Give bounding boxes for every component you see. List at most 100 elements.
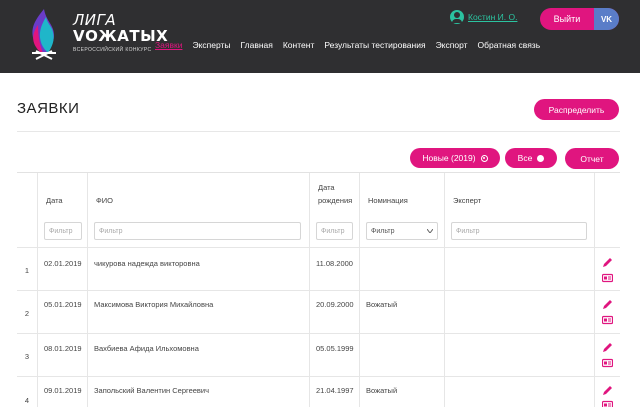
expert-cell	[444, 248, 594, 290]
vk-icon: VK	[600, 14, 613, 24]
nomination-filter-select[interactable]: Фильтр	[366, 222, 438, 240]
col-nomination-header: Номинация Фильтр	[359, 173, 444, 247]
row-number-cell: 1	[17, 248, 37, 290]
flame-logo-icon	[32, 9, 56, 60]
table-row[interactable]: 4 09.01.2019 Запольский Валентин Сергеев…	[17, 377, 620, 407]
fio-cell: чикурова надежда викторовна	[87, 248, 309, 290]
filter-new-label: Новые (2019)	[422, 153, 476, 163]
nav-item-feedback[interactable]: Обратная связь	[478, 40, 541, 50]
user-profile-link[interactable]: Костин И. О.	[450, 10, 517, 24]
col-actions-header	[594, 173, 620, 247]
actions-cell	[594, 334, 620, 376]
date-cell: 09.01.2019	[37, 377, 87, 407]
birth-value: 05.05.1999	[316, 344, 354, 353]
table-row[interactable]: 1 02.01.2019 чикурова надежда викторовна…	[17, 248, 620, 291]
table-row[interactable]: 3 08.01.2019 Вахбиева Афида Ильхомовна 0…	[17, 334, 620, 377]
applications-table: Дата Фильтр ФИО Фильтр Дата рождения Фил…	[17, 172, 620, 407]
date-value: 08.01.2019	[44, 344, 82, 353]
expert-cell	[444, 291, 594, 333]
row-number: 3	[24, 352, 30, 361]
fio-cell: Максимова Виктория Михайловна	[87, 291, 309, 333]
date-value: 02.01.2019	[44, 259, 82, 268]
header-date-label: Дата	[46, 196, 63, 205]
id-card-icon[interactable]	[602, 315, 613, 325]
edit-pencil-icon[interactable]	[602, 386, 613, 396]
expert-cell	[444, 377, 594, 407]
date-cell: 05.01.2019	[37, 291, 87, 333]
row-number: 1	[24, 266, 30, 275]
id-card-icon[interactable]	[602, 358, 613, 368]
birth-cell: 11.08.2000	[309, 248, 359, 290]
fio-value: Запольский Валентин Сергеевич	[94, 386, 210, 395]
nav-item-export[interactable]: Экспорт	[436, 40, 468, 50]
actions-cell	[594, 248, 620, 290]
logout-group: Выйти VK	[540, 8, 619, 30]
row-number-cell: 2	[17, 291, 37, 333]
row-number: 4	[24, 396, 30, 405]
nomination-value: Вожатый	[366, 300, 398, 309]
main-nav: Заявки Эксперты Главная Контент Результа…	[155, 40, 550, 50]
col-birth-header: Дата рождения Фильтр	[309, 173, 359, 247]
nomination-cell: Вожатый	[359, 291, 444, 333]
fio-cell: Вахбиева Афида Ильхомовна	[87, 334, 309, 376]
logout-button[interactable]: Выйти	[540, 8, 594, 30]
nav-item-test-results[interactable]: Результаты тестирования	[324, 40, 425, 50]
edit-pencil-icon[interactable]	[602, 300, 613, 310]
distribute-button[interactable]: Распределить	[534, 99, 619, 120]
filter-all-button[interactable]: Все	[505, 148, 557, 168]
actions-cell	[594, 377, 620, 407]
nav-item-applications[interactable]: Заявки	[155, 40, 182, 50]
date-cell: 08.01.2019	[37, 334, 87, 376]
report-button[interactable]: Отчет	[565, 148, 619, 169]
birth-filter-input[interactable]: Фильтр	[316, 222, 353, 240]
radio-icon	[480, 154, 488, 162]
birth-value: 21.04.1997	[316, 386, 354, 395]
row-number-cell: 4	[17, 377, 37, 407]
nomination-cell: Вожатый	[359, 377, 444, 407]
filter-all-label: Все	[517, 153, 533, 163]
expert-filter-input[interactable]: Фильтр	[451, 222, 587, 240]
header-birth-label-2: рождения	[318, 196, 353, 205]
nav-item-experts[interactable]: Эксперты	[192, 40, 230, 50]
birth-value: 20.09.2000	[316, 300, 354, 309]
nav-item-content[interactable]: Контент	[283, 40, 315, 50]
chevron-down-icon	[427, 229, 433, 233]
header-birth-label-1: Дата	[318, 183, 335, 192]
expert-cell	[444, 334, 594, 376]
id-card-icon[interactable]	[602, 273, 613, 283]
top-header: ЛИГА VОЖАТЫХ всероссийский конкурс Заявк…	[0, 0, 640, 73]
date-filter-input[interactable]: Фильтр	[44, 222, 82, 240]
col-number-header	[17, 173, 37, 247]
table-row[interactable]: 2 05.01.2019 Максимова Виктория Михайлов…	[17, 291, 620, 334]
birth-value: 11.08.2000	[316, 259, 353, 268]
fio-filter-input[interactable]: Фильтр	[94, 222, 301, 240]
logo-title: ЛИГА VОЖАТЫХ	[73, 12, 168, 44]
col-date-header: Дата Фильтр	[37, 173, 87, 247]
nomination-cell	[359, 334, 444, 376]
logo-line-1: ЛИГА	[73, 11, 117, 29]
row-number: 2	[24, 309, 30, 318]
vk-button[interactable]: VK	[594, 8, 619, 30]
nav-item-home[interactable]: Главная	[241, 40, 273, 50]
date-value: 09.01.2019	[44, 386, 82, 395]
filter-new-button[interactable]: Новые (2019)	[410, 148, 500, 168]
date-value: 05.01.2019	[44, 300, 82, 309]
header-expert-label: Эксперт	[453, 196, 482, 205]
col-expert-header: Эксперт Фильтр	[444, 173, 594, 247]
fio-value: Максимова Виктория Михайловна	[94, 300, 214, 309]
id-card-icon[interactable]	[602, 400, 613, 407]
nomination-cell	[359, 248, 444, 290]
divider	[17, 131, 620, 132]
col-fio-header: ФИО Фильтр	[87, 173, 309, 247]
user-icon	[450, 10, 464, 24]
page-title: ЗАЯВКИ	[17, 100, 80, 117]
edit-pencil-icon[interactable]	[602, 343, 613, 353]
nomination-filter-value: Фильтр	[371, 227, 395, 235]
birth-cell: 21.04.1997	[309, 377, 359, 407]
edit-pencil-icon[interactable]	[602, 258, 613, 268]
table-header-row: Дата Фильтр ФИО Фильтр Дата рождения Фил…	[17, 173, 620, 248]
actions-cell	[594, 291, 620, 333]
fio-cell: Запольский Валентин Сергеевич	[87, 377, 309, 407]
fio-value: чикурова надежда викторовна	[94, 259, 200, 268]
user-name[interactable]: Костин И. О.	[468, 12, 517, 22]
